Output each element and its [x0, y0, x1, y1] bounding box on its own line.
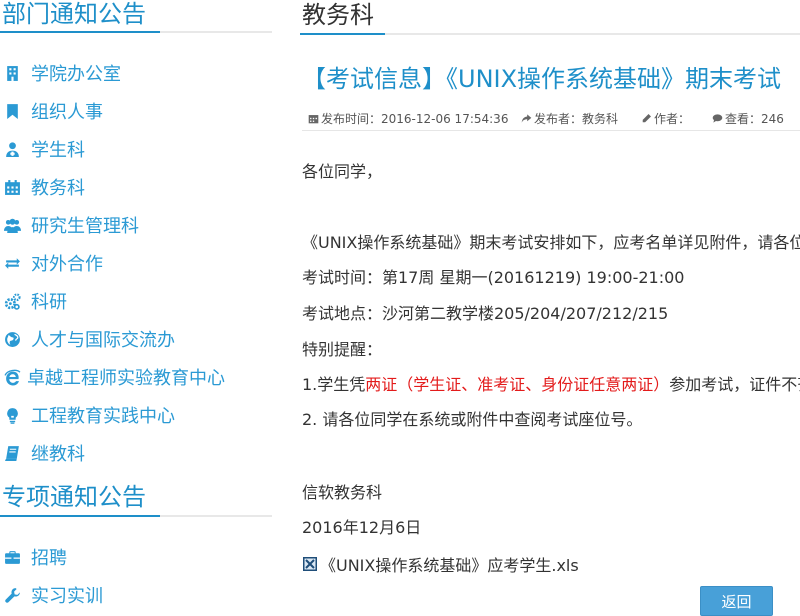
signature: 信软教务科 [302, 483, 383, 502]
share-icon [521, 114, 532, 123]
comments-icon [712, 114, 723, 123]
pencil-icon [642, 114, 651, 123]
sidebar-item-label: 学生科 [31, 140, 85, 161]
publisher: 发布者：教务科 [521, 110, 618, 127]
publisher-text: 发布者：教务科 [534, 112, 619, 126]
sidebar-item-label: 人才与国际交流办 [31, 330, 175, 351]
sidebar-item-continuing-ed[interactable]: 继教科 [4, 439, 85, 467]
sidebar-item-office[interactable]: 学院办公室 [4, 59, 121, 87]
author-text: 作者： [654, 112, 691, 126]
sidebar-item-engineer-center[interactable]: 卓越工程师实验教育中心 [4, 363, 225, 391]
sidebar-item-label: 组织人事 [31, 102, 103, 123]
rule-1: 1.学生凭两证（学生证、准考证、身份证任意两证）参加考试，证件不齐 [302, 374, 800, 396]
sidebar-item-research[interactable]: 科研 [4, 287, 67, 315]
publish-time: 发布时间：2016-12-06 17:54:36 [308, 110, 508, 127]
lightbulb-icon [4, 407, 21, 424]
ie-icon [4, 369, 21, 386]
exam-place: 考试地点：沙河第二教学楼205/204/207/212/215 [302, 304, 669, 323]
sidebar-item-graduate[interactable]: 研究生管理科 [4, 211, 139, 239]
globe-icon [4, 331, 21, 348]
sidebar-item-academic[interactable]: 教务科 [4, 173, 85, 201]
sidebar-item-label: 学院办公室 [31, 64, 121, 85]
article-title: 【考试信息】《UNIX操作系统基础》期末考试 [302, 65, 782, 93]
wrench-icon [4, 587, 21, 604]
rule-1-warning: 两证（学生证、准考证、身份证任意两证） [365, 375, 670, 394]
dept-notice-title: 部门通知公告 [2, 0, 146, 28]
rule-1-suffix: 参加考试，证件不齐 [669, 375, 800, 394]
sidebar-item-label: 对外合作 [31, 254, 103, 275]
sidebar-item-recruitment[interactable]: 招聘 [4, 543, 67, 571]
book-icon [4, 445, 21, 462]
excel-file-icon [303, 557, 317, 571]
users-icon [4, 217, 21, 234]
sidebar-item-student[interactable]: 学生科 [4, 135, 85, 163]
rule-1-prefix: 1.学生凭 [302, 375, 366, 394]
dept-title-divider [0, 31, 272, 33]
sidebar-item-internship[interactable]: 实习实训 [4, 581, 103, 609]
article-meta: 发布时间：2016-12-06 17:54:36 发布者：教务科 作者： 查看：… [302, 108, 800, 131]
sidebar-item-practice-center[interactable]: 工程教育实践中心 [4, 401, 175, 429]
calendar-icon [4, 179, 21, 196]
intro-paragraph: 《UNIX操作系统基础》期末考试安排如下，应考名单详见附件，请各位 [302, 233, 800, 252]
exam-time: 考试时间：第17周 星期一(20161219) 19:00-21:00 [302, 268, 685, 287]
sidebar-item-international[interactable]: 人才与国际交流办 [4, 325, 175, 353]
sidebar-item-label: 卓越工程师实验教育中心 [27, 368, 225, 389]
publish-time-text: 发布时间：2016-12-06 17:54:36 [321, 112, 509, 126]
sidebar-item-label: 招聘 [31, 548, 67, 569]
views-text: 查看：246 [725, 112, 784, 126]
author: 作者： [641, 110, 690, 127]
sidebar-item-personnel[interactable]: 组织人事 [4, 97, 103, 125]
user-md-icon [4, 141, 21, 158]
special-notice-title: 专项通知公告 [2, 483, 146, 511]
sign-date: 2016年12月6日 [302, 518, 422, 537]
special-title-divider [0, 515, 272, 517]
attachment-link[interactable]: 《UNIX操作系统基础》应考学生.xls [302, 552, 579, 576]
calendar-icon [308, 115, 319, 124]
exchange-icon [4, 255, 21, 272]
sidebar-item-label: 研究生管理科 [31, 216, 139, 237]
back-button[interactable]: 返回 [700, 586, 773, 616]
briefcase-icon [4, 549, 21, 566]
greeting: 各位同学， [302, 162, 383, 181]
cogs-icon [4, 292, 21, 310]
bookmark-icon [4, 103, 21, 120]
reminder-heading: 特别提醒： [302, 340, 383, 359]
sidebar-item-label: 教务科 [31, 178, 85, 199]
views: 查看：246 [712, 110, 784, 127]
section-title-divider [300, 33, 800, 35]
section-title: 教务科 [302, 1, 374, 29]
sidebar-item-label: 科研 [31, 292, 67, 313]
sidebar: 部门通知公告 学院办公室 组织人事 学生科 教务科 研究生管理科 对外合作 科研… [0, 0, 275, 607]
building-icon [4, 65, 21, 82]
sidebar-item-label: 继教科 [31, 444, 85, 465]
sidebar-item-cooperation[interactable]: 对外合作 [4, 249, 103, 277]
sidebar-item-label: 实习实训 [31, 586, 103, 607]
sidebar-item-label: 工程教育实践中心 [31, 406, 175, 427]
attachment-name: 《UNIX操作系统基础》应考学生.xls [320, 556, 579, 575]
rule-2: 2. 请各位同学在系统或附件中查阅考试座位号。 [302, 410, 643, 429]
